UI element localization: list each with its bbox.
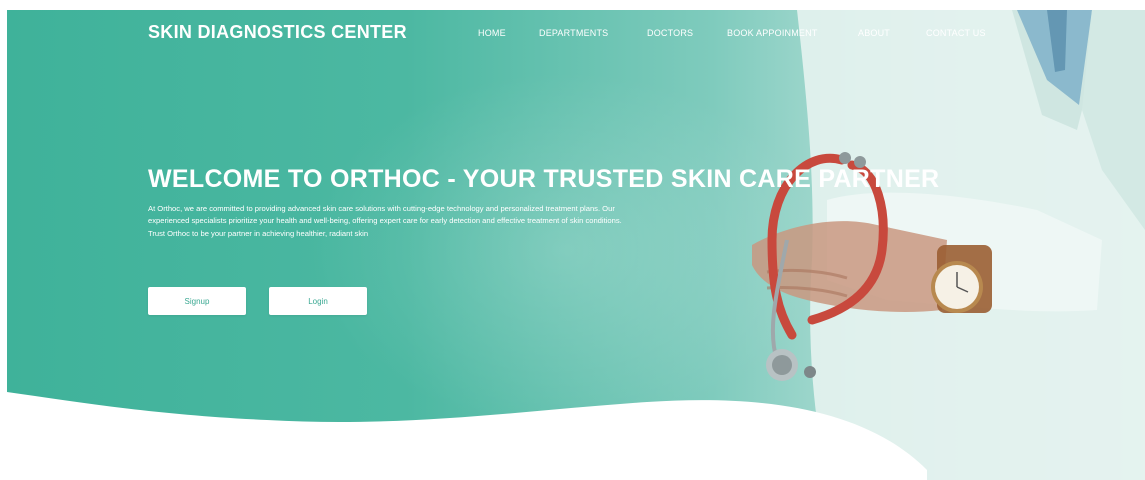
signup-button[interactable]: Signup [148,287,246,315]
nav-home[interactable]: HOME [478,28,506,38]
brand-logo[interactable]: SKIN DIAGNOSTICS CENTER [148,22,407,43]
nav-book-appointment[interactable]: BOOK APPOINMENT [727,28,818,38]
hero-description: At Orthoc, we are committed to providing… [148,204,622,238]
nav-doctors[interactable]: DOCTORS [647,28,693,38]
login-button[interactable]: Login [269,287,367,315]
hero-headline: WELCOME TO ORTHOC - YOUR TRUSTED SKIN CA… [148,165,940,193]
nav-departments[interactable]: DEPARTMENTS [539,28,608,38]
nav-about[interactable]: ABOUT [858,28,890,38]
hero-wave [7,392,927,480]
hero-section: SKIN DIAGNOSTICS CENTER HOME DEPARTMENTS… [7,10,1145,480]
nav-contact-us[interactable]: CONTACT US [926,28,986,38]
